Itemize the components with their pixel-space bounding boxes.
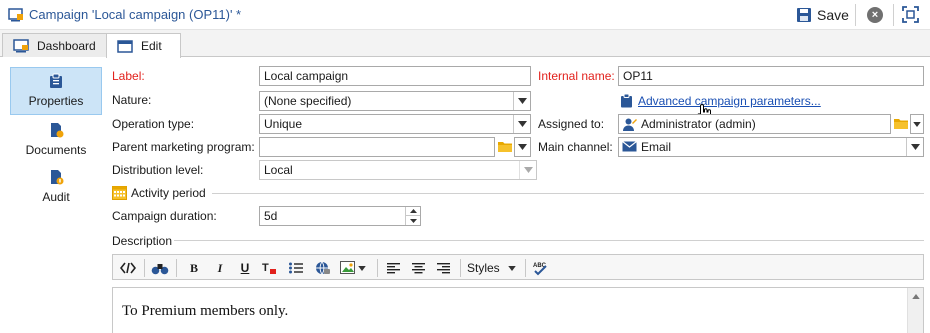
editor-scrollbar[interactable] — [907, 288, 923, 333]
chevron-down-icon — [507, 265, 516, 271]
tab-edit[interactable]: Edit — [106, 33, 181, 58]
toolbar-divider — [855, 4, 856, 26]
label-input[interactable]: Local campaign — [259, 66, 531, 86]
maximize-icon[interactable] — [902, 6, 919, 23]
nature-select[interactable]: (None specified) — [259, 91, 531, 111]
image-icon[interactable] — [339, 259, 357, 277]
spin-up-icon[interactable] — [405, 207, 420, 216]
distribution-level-select[interactable]: Local — [259, 160, 537, 180]
svg-text:T: T — [262, 262, 269, 274]
main-channel-label: Main channel: — [538, 140, 613, 154]
description-text[interactable]: To Premium members only. — [122, 303, 288, 320]
assigned-to-input[interactable]: Administrator (admin) — [618, 114, 891, 134]
folder-icon[interactable] — [498, 141, 512, 152]
campaign-duration-label: Campaign duration: — [112, 209, 217, 223]
dashboard-icon — [13, 38, 29, 52]
save-label: Save — [817, 7, 849, 23]
label-field-label: Label: — [112, 69, 145, 83]
documents-icon — [51, 123, 64, 138]
close-icon[interactable]: × — [867, 7, 883, 23]
align-left-icon[interactable] — [384, 259, 402, 277]
nav-item-audit[interactable]: Audit — [10, 167, 102, 207]
parent-program-input[interactable] — [259, 137, 495, 157]
bullet-list-icon[interactable] — [287, 259, 305, 277]
nav-item-properties[interactable]: Properties — [10, 67, 102, 115]
assigned-to-value: Administrator (admin) — [641, 117, 756, 131]
parent-program-label: Parent marketing program: — [112, 140, 255, 154]
chevron-down-icon[interactable] — [513, 92, 530, 110]
edit-icon — [117, 39, 133, 53]
distribution-level-value: Local — [264, 163, 293, 177]
main-channel-value: Email — [641, 140, 672, 154]
align-center-icon[interactable] — [409, 259, 427, 277]
assigned-to-label: Assigned to: — [538, 117, 605, 131]
main-channel-select[interactable]: Email — [618, 137, 924, 157]
underline-icon[interactable]: U — [236, 259, 254, 277]
description-heading: Description — [112, 234, 173, 248]
nav-item-label: Documents — [25, 143, 87, 157]
campaign-duration-value: 5d — [264, 209, 278, 223]
user-icon — [623, 118, 637, 131]
group-divider — [174, 240, 924, 241]
styles-dropdown[interactable]: Styles — [467, 259, 521, 277]
clipboard-icon — [621, 93, 632, 108]
image-options-chevron-icon[interactable] — [357, 259, 367, 277]
operation-type-value: Unique — [264, 117, 303, 131]
align-right-icon[interactable] — [434, 259, 452, 277]
operation-type-select[interactable]: Unique — [259, 114, 531, 134]
save-button[interactable]: Save — [796, 5, 849, 25]
audit-icon — [51, 170, 64, 185]
calendar-icon — [112, 186, 127, 200]
tab-dashboard[interactable]: Dashboard — [2, 33, 107, 57]
clipboard-icon — [50, 73, 62, 88]
nav-item-label: Audit — [42, 190, 70, 204]
nature-value: (None specified) — [264, 94, 352, 108]
internal-name-label: Internal name: — [538, 69, 615, 83]
chevron-down-icon[interactable] — [513, 115, 530, 133]
scroll-up-icon[interactable] — [912, 294, 920, 299]
internal-name-input[interactable]: OP11 — [618, 66, 924, 86]
toolbar-divider — [893, 4, 894, 26]
chevron-down-icon[interactable] — [906, 138, 923, 156]
group-divider — [212, 193, 924, 194]
save-icon — [797, 8, 811, 22]
campaign-icon — [8, 8, 23, 22]
clear-format-icon[interactable]: T — [261, 259, 279, 277]
nav-item-label: Properties — [28, 94, 84, 108]
chevron-down-icon[interactable] — [519, 161, 536, 179]
folder-icon[interactable] — [894, 118, 908, 129]
italic-icon[interactable]: I — [211, 259, 229, 277]
styles-label: Styles — [467, 261, 500, 275]
nav-item-documents[interactable]: Documents — [10, 120, 102, 160]
tab-dashboard-label: Dashboard — [37, 38, 96, 53]
campaign-duration-input[interactable]: 5d — [259, 206, 421, 226]
distribution-level-label: Distribution level: — [112, 163, 204, 177]
tab-edit-label: Edit — [141, 39, 162, 53]
find-binoculars-icon[interactable] — [151, 259, 169, 277]
nature-label: Nature: — [112, 93, 152, 107]
rich-text-toolbar: B I U T Styles ABC — [112, 254, 924, 280]
bold-icon[interactable]: B — [185, 259, 203, 277]
source-code-icon[interactable] — [119, 259, 137, 277]
activity-period-heading: Activity period — [131, 186, 206, 200]
spellcheck-icon[interactable]: ABC — [532, 259, 550, 277]
advanced-campaign-parameters-link[interactable]: Advanced campaign parameters... — [638, 94, 821, 108]
operation-type-label: Operation type: — [112, 117, 195, 131]
email-icon — [622, 141, 637, 152]
spin-down-icon[interactable] — [405, 216, 420, 225]
chevron-down-icon[interactable] — [910, 114, 924, 134]
link-globe-icon[interactable] — [314, 259, 332, 277]
chevron-down-icon[interactable] — [514, 137, 531, 157]
window-title: Campaign 'Local campaign (OP11)' * — [29, 7, 242, 22]
